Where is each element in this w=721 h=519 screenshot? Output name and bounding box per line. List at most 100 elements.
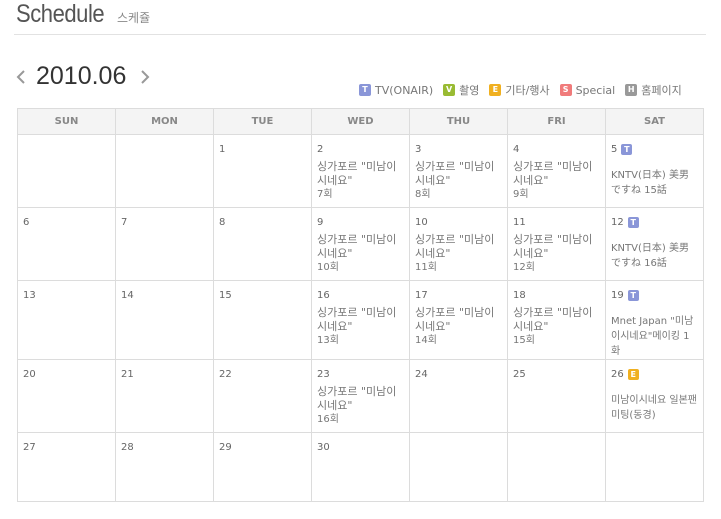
legend-label: 촬영 xyxy=(459,84,480,97)
day-number-label: 20 xyxy=(23,368,36,380)
calendar-day-cell[interactable]: 4 싱가포르 "미남이시네요" 9회 xyxy=(507,134,606,208)
day-number: 5T xyxy=(611,142,698,156)
event-link[interactable]: KNTV(日本) 美男ですね 16話 xyxy=(611,241,698,271)
day-number-label: 27 xyxy=(23,441,36,453)
legend-item: E 기타/행사 xyxy=(489,82,550,98)
day-number: 15 xyxy=(219,288,306,302)
calendar-day-cell[interactable]: 23 싱가포르 "미남이시네요" 16회 xyxy=(311,359,410,433)
day-number-label: 17 xyxy=(415,289,428,301)
event-type-badge-icon: T xyxy=(621,143,633,155)
event-episode: 10회 xyxy=(317,262,339,273)
calendar-day-cell[interactable]: 17 싱가포르 "미남이시네요" 14회 xyxy=(409,280,508,360)
day-number: 8 xyxy=(219,215,306,229)
day-number: 19 T xyxy=(611,288,698,302)
calendar-day-cell: 14 xyxy=(115,280,214,360)
next-month-icon[interactable] xyxy=(140,68,154,86)
calendar-week-row: 1 2 싱가포르 "미남이시네요" 7회 3 싱가포르 "미남이시네요" 8회 4 싱가포르 "… xyxy=(17,134,704,208)
event-type-badge-icon: E xyxy=(627,368,639,380)
day-number-label: 2 xyxy=(317,143,324,155)
event-link[interactable]: 미남이시네요 일본팬미팅(동경) xyxy=(611,393,698,423)
calendar-day-cell[interactable]: 19 T Mnet Japan "미남이시네요"메이킹 1화 xyxy=(605,280,704,360)
event-title: Mnet Japan "미남이시네요"메이킹 1화 xyxy=(611,316,694,357)
legend-item: S Special xyxy=(559,83,616,97)
day-number-label: 16 xyxy=(317,289,330,301)
calendar-week-row: 6 7 8 9 싱가포르 "미남이시네요" 10회 10 싱가포르 "미남이시네요" 11회 11… xyxy=(17,207,704,281)
day-number: 7 xyxy=(121,215,208,229)
event-title: 싱가포르 "미남이시네요" xyxy=(317,306,397,333)
day-number: 16 xyxy=(317,288,404,302)
day-number: 18 xyxy=(513,288,600,302)
legend-badge-icon: E xyxy=(489,84,502,96)
day-number: 6 xyxy=(23,215,110,229)
calendar-day-cell: 21 xyxy=(115,359,214,433)
event-link[interactable]: 싱가포르 "미남이시네요" 15회 xyxy=(513,306,600,348)
day-number: 17 xyxy=(415,288,502,302)
day-number-label: 13 xyxy=(23,289,36,301)
calendar-day-cell[interactable]: 2 싱가포르 "미남이시네요" 7회 xyxy=(311,134,410,208)
calendar-day-cell: 29 xyxy=(213,432,312,502)
day-number-label: 29 xyxy=(219,441,232,453)
day-number: 30 xyxy=(317,440,404,454)
weekday-header: WED xyxy=(311,108,410,135)
calendar-day-cell xyxy=(605,432,704,502)
legend-label: 홈페이지 xyxy=(641,84,682,97)
calendar-day-cell[interactable]: 12 T KNTV(日本) 美男ですね 16話 xyxy=(605,207,704,281)
calendar-day-cell[interactable]: 18 싱가포르 "미남이시네요" 15회 xyxy=(507,280,606,360)
day-number: 10 xyxy=(415,215,502,229)
calendar-day-cell[interactable]: 26 E 미남이시네요 일본팬미팅(동경) xyxy=(605,359,704,433)
weekday-header: SAT xyxy=(605,108,704,135)
day-number-label: 9 xyxy=(317,216,324,228)
day-number-label: 4 xyxy=(513,143,520,155)
calendar-day-cell[interactable]: 5 T KNTV(日本) 美男ですね 15話 xyxy=(605,134,704,208)
day-number-label: 11 xyxy=(513,216,526,228)
calendar-day-cell: 13 xyxy=(17,280,116,360)
calendar-day-cell[interactable]: 11 싱가포르 "미남이시네요" 12회 xyxy=(507,207,606,281)
day-number: 4 xyxy=(513,142,600,156)
calendar-week-row: 27 28 29 30 xyxy=(17,432,704,502)
day-number-label: 8 xyxy=(219,216,226,228)
day-number: 21 xyxy=(121,367,208,381)
event-type-badge-icon: T xyxy=(627,216,639,228)
event-title: 싱가포르 "미남이시네요" xyxy=(415,160,495,187)
day-number-label: 26 xyxy=(611,368,624,380)
day-number: 3 xyxy=(415,142,502,156)
prev-month-icon[interactable] xyxy=(16,68,30,86)
event-title: 싱가포르 "미남이시네요" xyxy=(317,233,397,260)
legend-label: Special xyxy=(575,83,616,97)
event-episode: 13회 xyxy=(317,335,339,346)
calendar-day-cell[interactable]: 3 싱가포르 "미남이시네요" 8회 xyxy=(409,134,508,208)
legend-label: 기타/행사 xyxy=(505,84,550,97)
event-link[interactable]: 싱가포르 "미남이시네요" 14회 xyxy=(415,306,502,348)
event-link[interactable]: 싱가포르 "미남이시네요" 9회 xyxy=(513,160,600,202)
calendar-day-cell[interactable]: 10 싱가포르 "미남이시네요" 11회 xyxy=(409,207,508,281)
day-number: 25 xyxy=(513,367,600,381)
event-title: 싱가포르 "미남이시네요" xyxy=(317,385,397,412)
day-number: 26 E xyxy=(611,367,698,381)
day-number-label: 19 xyxy=(611,289,624,301)
page-subtitle: 스케쥴 xyxy=(117,11,151,25)
event-link[interactable]: 싱가포르 "미남이시네요" 12회 xyxy=(513,233,600,275)
calendar-day-cell xyxy=(409,432,508,502)
event-link[interactable]: 싱가포르 "미남이시네요" 10회 xyxy=(317,233,404,275)
day-number: 14 xyxy=(121,288,208,302)
event-link[interactable]: 싱가포르 "미남이시네요" 16회 xyxy=(317,385,404,427)
legend-badge-icon: H xyxy=(625,84,638,96)
event-episode: 16회 xyxy=(317,414,339,425)
calendar-day-cell[interactable]: 9 싱가포르 "미남이시네요" 10회 xyxy=(311,207,410,281)
event-link[interactable]: 싱가포르 "미남이시네요" 7회 xyxy=(317,160,404,202)
event-title: KNTV(日本) 美男ですね 16話 xyxy=(611,243,689,269)
calendar-day-cell[interactable]: 16 싱가포르 "미남이시네요" 13회 xyxy=(311,280,410,360)
day-number-label: 3 xyxy=(415,143,422,155)
event-link[interactable]: 싱가포르 "미남이시네요" 13회 xyxy=(317,306,404,348)
event-link[interactable]: KNTV(日本) 美男ですね 15話 xyxy=(611,168,698,198)
event-link[interactable]: Mnet Japan "미남이시네요"메이킹 1화 xyxy=(611,314,698,359)
calendar-day-cell: 6 xyxy=(17,207,116,281)
day-number-label: 12 xyxy=(611,216,624,228)
legend-label: TV(ONAIR) xyxy=(375,83,434,97)
legend-item: H 홈페이지 xyxy=(625,82,682,98)
event-title: KNTV(日本) 美男ですね 15話 xyxy=(611,170,689,196)
event-title: 싱가포르 "미남이시네요" xyxy=(415,233,495,260)
event-link[interactable]: 싱가포르 "미남이시네요" 8회 xyxy=(415,160,502,202)
event-link[interactable]: 싱가포르 "미남이시네요" 11회 xyxy=(415,233,502,275)
page-title: Schedule xyxy=(16,0,105,28)
